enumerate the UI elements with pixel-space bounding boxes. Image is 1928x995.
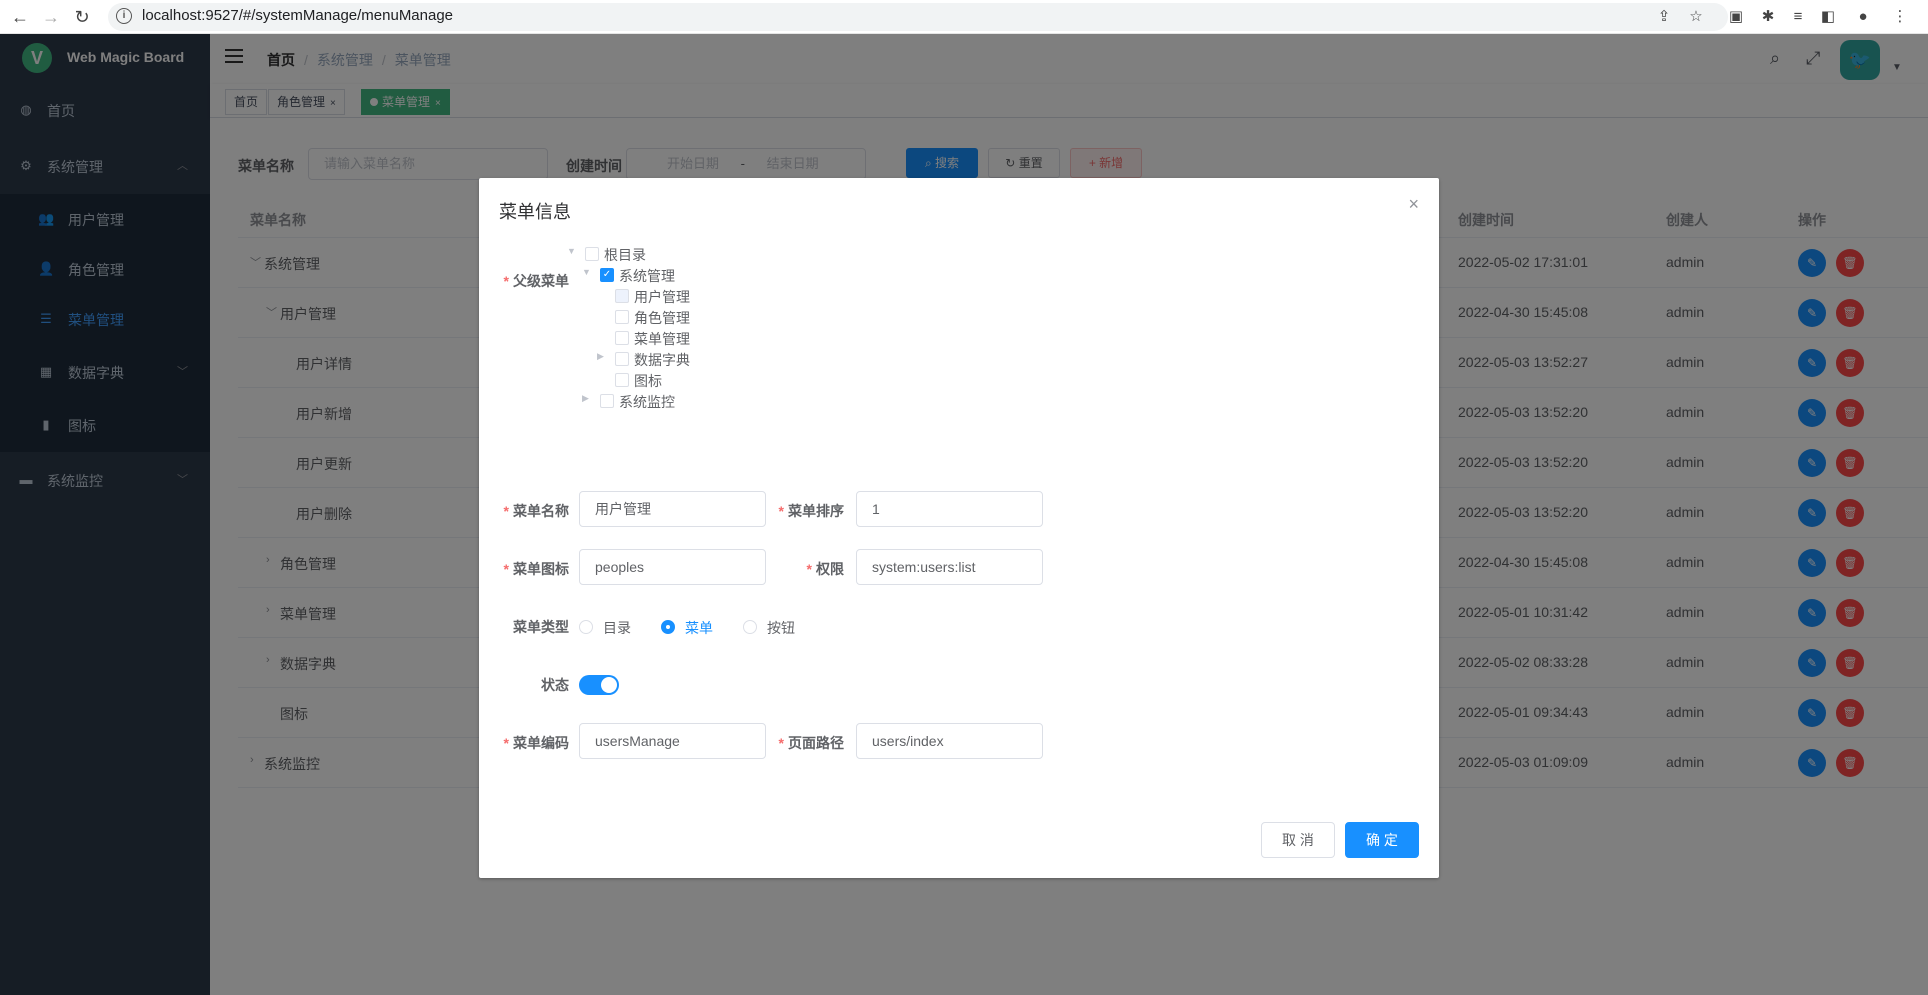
tree-node-label: 根目录 (604, 247, 646, 263)
page-path-label: * 页面路径 (778, 735, 844, 751)
browser-toolbar: ← → ↻ i localhost:9527/#/systemManage/me… (0, 0, 1928, 34)
tree-checkbox[interactable] (585, 247, 599, 261)
reading-list-icon[interactable]: ≡ (1788, 7, 1808, 27)
tree-node[interactable]: ▼ ✓ 系统管理 (582, 265, 742, 285)
back-icon[interactable]: ← (9, 6, 31, 28)
url-text[interactable]: localhost:9527/#/systemManage/menuManage (142, 7, 453, 24)
caret-right-icon[interactable]: ▶ (582, 393, 589, 404)
forward-icon[interactable]: → (40, 6, 62, 28)
radio-label: 菜单 (685, 620, 713, 636)
side-panel-icon[interactable]: ◧ (1818, 7, 1838, 27)
tree-node[interactable]: ▼ 根目录 (567, 244, 727, 264)
tree-node[interactable]: ▶ 数据字典 (597, 349, 757, 369)
cancel-button[interactable]: 取 消 (1261, 822, 1335, 858)
menu-icon-input[interactable]: peoples (579, 549, 766, 585)
extension-app-icon[interactable]: ▣ (1726, 7, 1746, 27)
profile-icon[interactable]: ● (1853, 7, 1873, 27)
bookmark-star-icon[interactable]: ☆ (1686, 7, 1706, 27)
caret-down-icon[interactable]: ▼ (582, 267, 591, 277)
close-icon[interactable]: × (1408, 194, 1419, 215)
tree-checkbox[interactable] (615, 352, 629, 366)
menu-type-label: 菜单类型 (513, 619, 569, 635)
radio-button[interactable]: 按钮 (743, 617, 803, 637)
radio-label: 按钮 (767, 620, 795, 636)
tree-checkbox[interactable]: ✓ (600, 268, 614, 282)
menu-name-input[interactable]: 用户管理 (579, 491, 766, 527)
tree-node-label: 系统监控 (619, 394, 675, 410)
menu-info-dialog: 菜单信息 × * 父级菜单 ▼ 根目录 ▼ ✓ 系统管理 用户管理 角色管理 菜单管理 ▶ 数据字典… (479, 178, 1439, 878)
tree-node-label: 系统管理 (619, 268, 675, 284)
tree-checkbox[interactable] (615, 289, 629, 303)
status-switch[interactable] (579, 675, 619, 695)
status-label: 状态 (541, 677, 569, 693)
tree-node-label: 用户管理 (634, 289, 690, 305)
menu-name-label: * 菜单名称 (503, 503, 569, 519)
tree-node[interactable]: 用户管理 (597, 286, 757, 306)
reload-icon[interactable]: ↻ (71, 6, 93, 28)
extensions-puzzle-icon[interactable]: ✱ (1758, 7, 1778, 27)
tree-node[interactable]: ▶ 系统监控 (582, 391, 742, 411)
caret-down-icon[interactable]: ▼ (567, 246, 576, 256)
permission-label: * 权限 (806, 561, 844, 577)
browser-menu-icon[interactable]: ⋮ (1890, 7, 1910, 27)
menu-sort-input[interactable]: 1 (856, 491, 1043, 527)
caret-right-icon[interactable]: ▶ (597, 351, 604, 362)
site-info-icon[interactable]: i (116, 8, 132, 24)
menu-code-label: * 菜单编码 (503, 735, 569, 751)
tree-checkbox[interactable] (615, 331, 629, 345)
tree-node-label: 数据字典 (634, 352, 690, 368)
confirm-button[interactable]: 确 定 (1345, 822, 1419, 858)
radio-directory[interactable]: 目录 (579, 617, 639, 637)
menu-icon-label: * 菜单图标 (503, 561, 569, 577)
permission-input[interactable]: system:users:list (856, 549, 1043, 585)
parent-menu-label: * 父级菜单 (503, 273, 569, 289)
radio-label: 目录 (603, 620, 631, 636)
tree-node[interactable]: 菜单管理 (597, 328, 757, 348)
menu-code-input[interactable]: usersManage (579, 723, 766, 759)
tree-node[interactable]: 角色管理 (597, 307, 757, 327)
menu-sort-label: * 菜单排序 (778, 503, 844, 519)
share-icon[interactable]: ⇪ (1654, 7, 1674, 27)
tree-node-label: 图标 (634, 373, 662, 389)
tree-checkbox[interactable] (615, 373, 629, 387)
tree-checkbox[interactable] (600, 394, 614, 408)
tree-node-label: 菜单管理 (634, 331, 690, 347)
radio-menu[interactable]: 菜单 (661, 617, 721, 637)
tree-node[interactable]: 图标 (597, 370, 757, 390)
page-path-input[interactable]: users/index (856, 723, 1043, 759)
tree-checkbox[interactable] (615, 310, 629, 324)
dialog-title: 菜单信息 (499, 202, 571, 222)
tree-node-label: 角色管理 (634, 310, 690, 326)
